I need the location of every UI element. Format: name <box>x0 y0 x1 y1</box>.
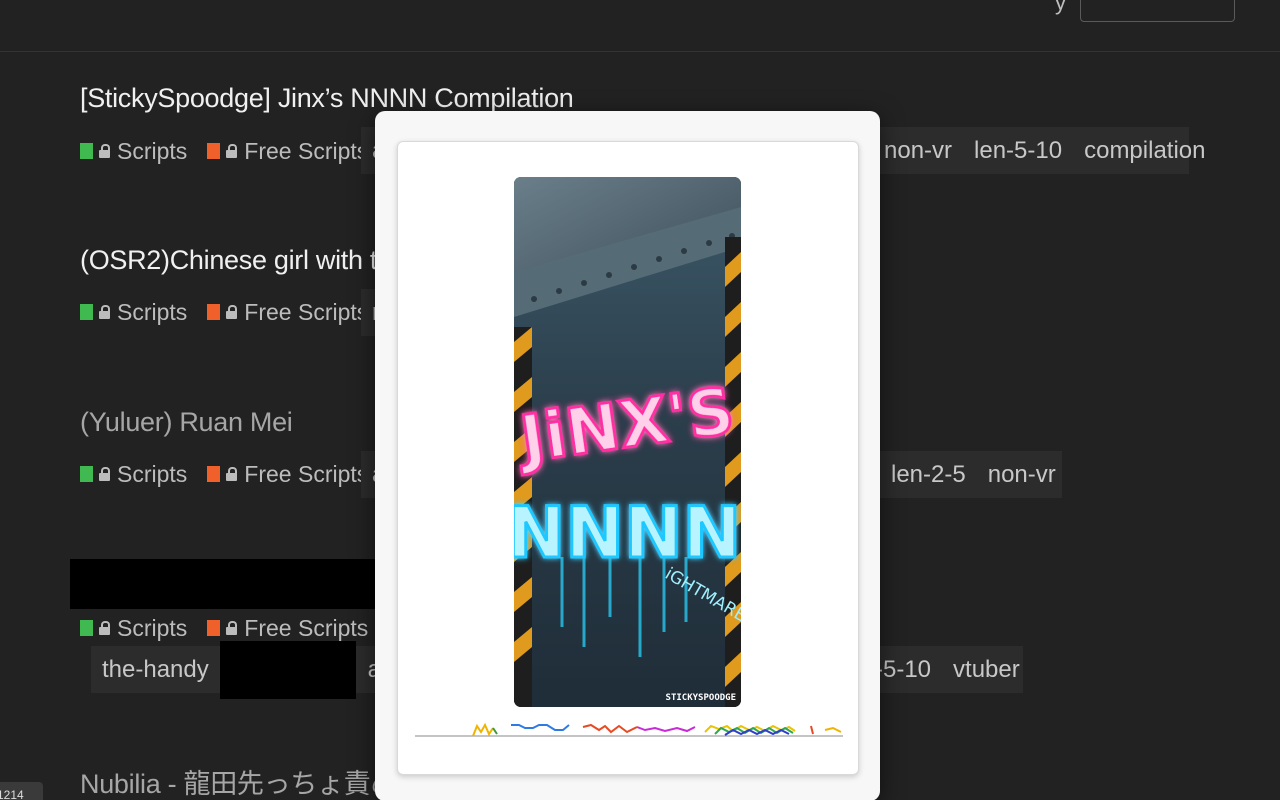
category-scripts[interactable]: Scripts <box>80 615 187 642</box>
header-glyph: y <box>1055 0 1066 15</box>
page: y [StickySpoodge] Jinx’s NNNN Compilatio… <box>0 0 1280 800</box>
scripts-swatch <box>80 620 93 636</box>
tag[interactable]: len-2-5 <box>891 461 966 489</box>
heatmap-graphic <box>415 722 843 737</box>
category-label: Scripts <box>117 137 188 164</box>
post-title[interactable]: [StickySpoodge] Jinx’s NNNN Compilation <box>80 83 574 114</box>
tag[interactable]: non-vr <box>884 137 952 165</box>
category-scripts[interactable]: Scripts <box>80 299 187 326</box>
category-label: Free Scripts <box>244 614 369 641</box>
poster-watermark: STICKYSPOODGE <box>666 693 736 703</box>
category-label: Scripts <box>117 298 188 325</box>
search-input[interactable] <box>1080 0 1235 22</box>
lock-icon <box>226 467 238 481</box>
preview-card: JiNX'S NNNN iGHTMARE STICKYSPOODGE <box>397 141 859 775</box>
lock-icon <box>226 621 238 635</box>
post-title[interactable]: (OSR2)Chinese girl with to <box>80 245 392 276</box>
category-label: Free Scripts <box>244 460 369 487</box>
redacted-tag <box>219 640 356 699</box>
category-label: Scripts <box>117 614 188 641</box>
corner-badge: 1214 <box>0 782 43 800</box>
poster-artwork: JiNX'S NNNN iGHTMARE STICKYSPOODGE <box>514 177 741 707</box>
tag[interactable]: -5-10 <box>875 656 931 684</box>
free-scripts-swatch <box>207 466 221 482</box>
tag[interactable]: len-5-10 <box>974 137 1062 165</box>
category-free-scripts[interactable]: Free Scripts <box>207 615 368 642</box>
lock-icon <box>226 144 238 158</box>
free-scripts-swatch <box>207 304 221 320</box>
category-scripts[interactable]: Scripts <box>80 138 187 165</box>
post-categories: Scripts Free Scripts <box>80 136 388 166</box>
poster-image[interactable]: JiNX'S NNNN iGHTMARE STICKYSPOODGE <box>514 177 741 707</box>
scripts-swatch <box>80 466 93 482</box>
lock-icon <box>99 467 110 481</box>
category-scripts[interactable]: Scripts <box>80 461 187 488</box>
post-categories: Scripts Free Scripts <box>80 459 388 489</box>
category-label: Free Scripts <box>244 298 369 325</box>
post-title[interactable]: Nubilia - 龍田先っちょ責め <box>80 762 397 800</box>
post-tags: -5-10 vtuber <box>862 646 1023 693</box>
tag[interactable]: vtuber <box>953 656 1020 684</box>
lock-icon <box>99 621 110 635</box>
poster-title-line2: NNNN <box>514 492 741 574</box>
category-free-scripts[interactable]: Free Scripts <box>207 299 368 326</box>
top-header: y <box>0 0 1280 52</box>
heatmap-strip <box>415 722 843 740</box>
lock-icon <box>99 144 110 158</box>
free-scripts-swatch <box>207 620 221 636</box>
tag[interactable]: compilation <box>1084 137 1205 165</box>
category-free-scripts[interactable]: Free Scripts <box>207 461 368 488</box>
lock-icon <box>226 305 238 319</box>
redacted-title <box>70 559 380 609</box>
post-tags: len-2-5 non-vr <box>862 451 1062 498</box>
preview-modal: JiNX'S NNNN iGHTMARE STICKYSPOODGE <box>375 111 880 800</box>
post-categories: Scripts Free Scripts <box>80 613 388 643</box>
category-free-scripts[interactable]: Free Scripts <box>207 138 368 165</box>
post-tags: the-handy a <box>91 640 381 699</box>
tag[interactable]: non-vr <box>988 461 1056 489</box>
post-title[interactable]: (Yuluer) Ruan Mei <box>80 407 293 438</box>
post-categories: Scripts Free Scripts <box>80 297 388 327</box>
lock-icon <box>99 305 110 319</box>
category-label: Free Scripts <box>244 137 369 164</box>
category-label: Scripts <box>117 460 188 487</box>
free-scripts-swatch <box>207 143 221 159</box>
tag[interactable]: the-handy <box>102 656 209 684</box>
post-tags: non-vr len-5-10 compilation <box>862 127 1206 174</box>
scripts-swatch <box>80 143 93 159</box>
scripts-swatch <box>80 304 93 320</box>
